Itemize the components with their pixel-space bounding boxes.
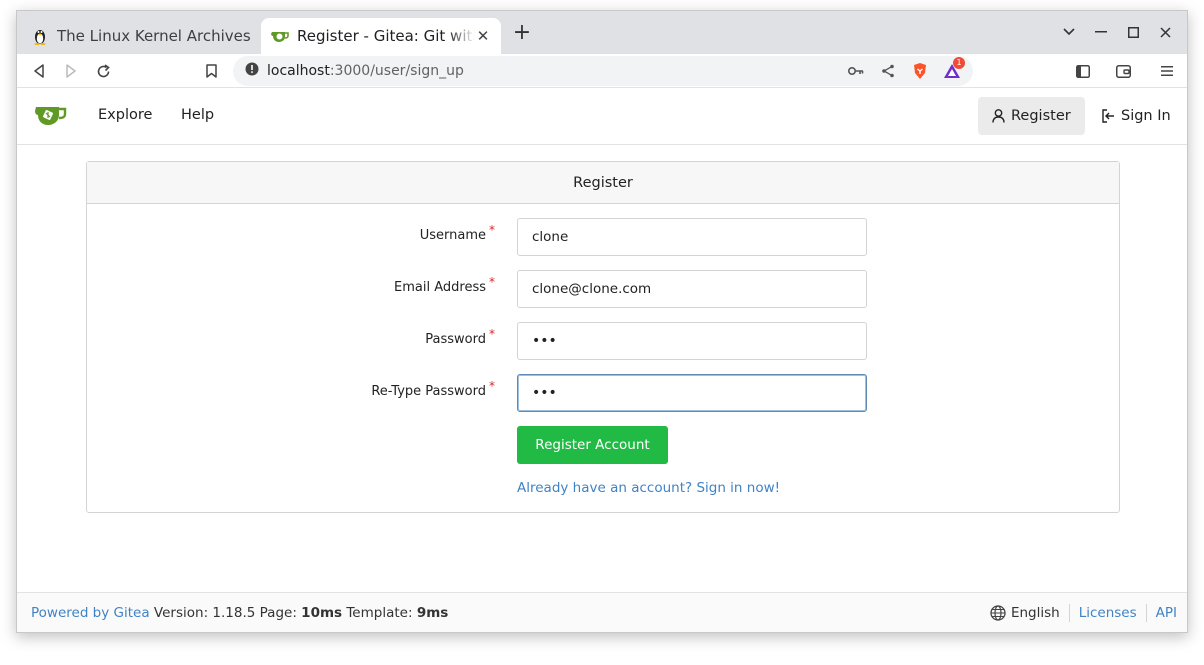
site-info-icon[interactable] bbox=[245, 62, 259, 80]
nav-register-label: Register bbox=[1011, 108, 1071, 124]
globe-icon bbox=[990, 605, 1006, 621]
register-form: Register Username* Email Address* Passwo… bbox=[86, 161, 1120, 513]
footer-info: Powered by Gitea Version: 1.18.5 Page: 1… bbox=[31, 605, 448, 621]
page-footer: Powered by Gitea Version: 1.18.5 Page: 1… bbox=[17, 592, 1187, 632]
reload-button[interactable] bbox=[91, 59, 115, 83]
email-label: Email Address * bbox=[394, 275, 495, 295]
page-time: 10ms bbox=[301, 605, 343, 621]
nav-signin-label: Sign In bbox=[1121, 108, 1171, 124]
sidebar-toggle-icon[interactable] bbox=[1071, 59, 1095, 83]
minimize-button[interactable] bbox=[1085, 21, 1117, 43]
url-path: :3000/user/sign_up bbox=[329, 63, 464, 79]
licenses-link[interactable]: Licenses bbox=[1079, 605, 1137, 621]
language-selector[interactable]: English bbox=[990, 605, 1060, 621]
user-icon bbox=[992, 109, 1005, 123]
new-tab-button[interactable]: + bbox=[511, 22, 533, 45]
username-row: Username * bbox=[87, 218, 1119, 256]
gitea-teacup-icon bbox=[271, 27, 289, 45]
template-time: 9ms bbox=[416, 605, 449, 621]
browser-toolbar: localhost:3000/user/sign_up 1 bbox=[17, 54, 1187, 88]
username-label: Username * bbox=[419, 223, 495, 243]
signin-link[interactable]: Already have an account? Sign in now! bbox=[517, 480, 780, 496]
tab-title: The Linux Kernel Archives bbox=[57, 27, 251, 45]
key-icon[interactable] bbox=[843, 59, 869, 83]
retype-password-row: Re-Type Password * bbox=[87, 374, 1119, 412]
maximize-button[interactable] bbox=[1117, 21, 1149, 43]
gitea-navbar: Explore Help Register Sign In bbox=[17, 89, 1187, 145]
form-heading: Register bbox=[87, 162, 1119, 204]
url-text: localhost:3000/user/sign_up bbox=[267, 63, 464, 79]
close-tab-icon[interactable]: ✕ bbox=[475, 27, 491, 45]
wallet-icon[interactable] bbox=[1111, 59, 1135, 83]
forward-button[interactable] bbox=[59, 59, 83, 83]
password-row: Password * bbox=[87, 322, 1119, 360]
nav-explore[interactable]: Explore bbox=[98, 107, 152, 123]
tab-title: Register - Gitea: Git with a cup of tea bbox=[297, 27, 475, 45]
version-text: Version: 1.18.5 Page: bbox=[153, 605, 297, 621]
address-bar[interactable]: localhost:3000/user/sign_up 1 bbox=[233, 56, 973, 86]
gitea-logo-icon[interactable] bbox=[35, 103, 67, 127]
api-link[interactable]: API bbox=[1156, 605, 1177, 621]
email-field[interactable] bbox=[517, 270, 867, 308]
share-icon[interactable] bbox=[875, 59, 901, 83]
tab-search-chevron-icon[interactable] bbox=[1053, 21, 1085, 43]
username-field[interactable] bbox=[517, 218, 867, 256]
url-host: localhost bbox=[267, 63, 330, 79]
window-controls bbox=[1053, 21, 1181, 43]
menu-icon[interactable] bbox=[1155, 59, 1179, 83]
tab-strip: The Linux Kernel Archives Register - Git… bbox=[17, 11, 1187, 54]
footer-divider bbox=[1145, 604, 1147, 622]
sign-in-icon bbox=[1102, 109, 1114, 123]
back-button[interactable] bbox=[27, 59, 51, 83]
browser-window: The Linux Kernel Archives Register - Git… bbox=[16, 10, 1188, 633]
nav-signin-button[interactable]: Sign In bbox=[1087, 97, 1185, 135]
address-bar-actions: 1 bbox=[843, 57, 965, 83]
retype-password-label: Re-Type Password * bbox=[371, 379, 495, 399]
powered-by-link[interactable]: Powered by Gitea bbox=[31, 605, 150, 621]
brave-rewards-icon[interactable]: 1 bbox=[939, 57, 965, 83]
retype-password-field[interactable] bbox=[517, 374, 867, 412]
footer-divider bbox=[1068, 604, 1070, 622]
close-window-button[interactable] bbox=[1149, 21, 1181, 43]
email-row: Email Address * bbox=[87, 270, 1119, 308]
footer-links: English Licenses API bbox=[990, 604, 1177, 622]
bookmark-icon[interactable] bbox=[199, 59, 223, 83]
language-label: English bbox=[1010, 605, 1060, 621]
password-label: Password * bbox=[425, 327, 495, 347]
register-account-button[interactable]: Register Account bbox=[517, 426, 668, 464]
page-content: Explore Help Register Sign In Register U… bbox=[17, 89, 1187, 632]
notification-badge: 1 bbox=[953, 57, 965, 69]
template-label: Template: bbox=[346, 605, 413, 621]
tux-penguin-icon bbox=[31, 27, 49, 45]
brave-shields-icon[interactable] bbox=[907, 59, 933, 83]
password-field[interactable] bbox=[517, 322, 867, 360]
nav-register-button[interactable]: Register bbox=[978, 97, 1085, 135]
tab-gitea-register[interactable]: Register - Gitea: Git with a cup of tea … bbox=[261, 18, 501, 54]
nav-help[interactable]: Help bbox=[181, 107, 214, 123]
tab-linux-kernel[interactable]: The Linux Kernel Archives bbox=[21, 18, 261, 54]
